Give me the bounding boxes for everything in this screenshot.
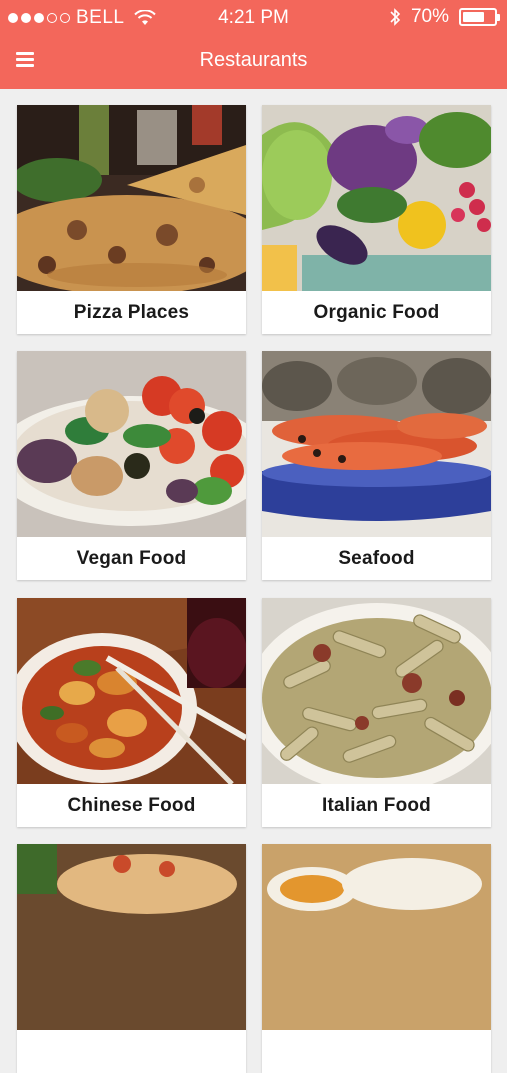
category-label: Organic Food [313, 301, 440, 323]
pasta-image [262, 598, 491, 784]
category-card-pizza-places[interactable]: Pizza Places [17, 105, 246, 334]
category-card-vegan-food[interactable]: Vegan Food [17, 351, 246, 580]
vegan-salad-image [17, 351, 246, 537]
category-label: Italian Food [321, 794, 431, 816]
vegetables-image [262, 105, 491, 291]
category-label [17, 1030, 246, 1073]
battery-icon [459, 8, 500, 26]
category-card[interactable] [262, 844, 491, 1073]
page-title: Restaurants [199, 49, 308, 71]
category-label: Chinese Food [67, 794, 196, 816]
food-image [17, 844, 246, 1030]
food-image [262, 844, 491, 1030]
status-bar: BELL 4:21 PM 70% [0, 0, 507, 36]
seafood-image [262, 351, 491, 537]
category-label: Vegan Food [76, 547, 187, 569]
pizza-image [17, 105, 246, 291]
bluetooth-icon [390, 8, 401, 26]
category-card-organic-food[interactable]: Organic Food [262, 105, 491, 334]
category-card-italian-food[interactable]: Italian Food [262, 598, 491, 827]
category-label: Seafood [338, 547, 415, 569]
category-card[interactable] [17, 844, 246, 1073]
category-card-seafood[interactable]: Seafood [262, 351, 491, 580]
category-grid: Pizza Places Organic Food Vegan Food Sea… [0, 89, 507, 1073]
battery-percent: 70% [410, 6, 449, 27]
app-header: BELL 4:21 PM 70% Restaurants [0, 0, 507, 89]
category-label: Pizza Places [73, 301, 190, 323]
category-card-chinese-food[interactable]: Chinese Food [17, 598, 246, 827]
category-label [262, 1030, 491, 1073]
chinese-food-image [17, 598, 246, 784]
